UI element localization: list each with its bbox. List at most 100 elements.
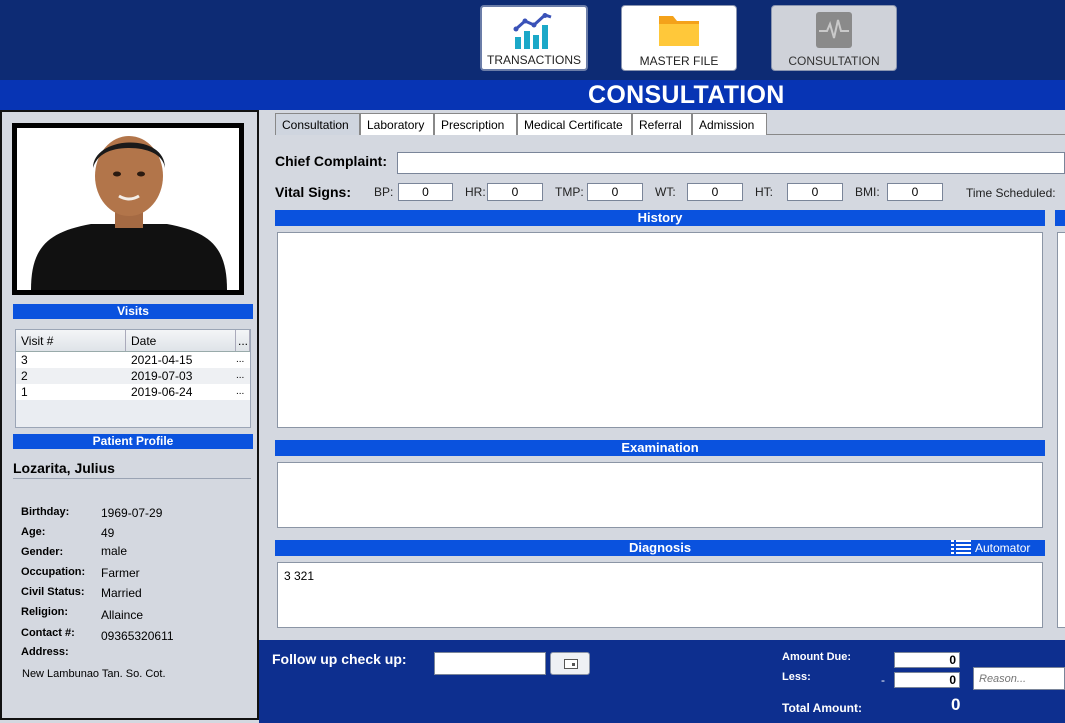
visit-number: 3: [21, 353, 28, 367]
transactions-button[interactable]: TRANSACTIONS: [480, 5, 588, 71]
tmp-input[interactable]: 0: [587, 183, 643, 201]
patient-name: Lozarita, Julius: [13, 460, 251, 479]
gender-label: Gender:: [21, 546, 64, 558]
visit-more: ...: [236, 354, 245, 365]
visit-more: ...: [236, 370, 245, 381]
visit-date: 2019-07-03: [131, 369, 193, 383]
visits-header: Visits: [13, 304, 253, 319]
diagnosis-textarea[interactable]: 3 321: [277, 562, 1043, 628]
master-file-button[interactable]: MASTER FILE: [621, 5, 737, 71]
bmi-label: BMI:: [855, 185, 880, 199]
tab-prescription[interactable]: Prescription: [434, 113, 517, 135]
master-file-label: MASTER FILE: [639, 54, 719, 68]
visits-rows: 3 2021-04-15 ... 2 2019-07-03 ... 1 2019…: [16, 352, 250, 400]
less-input[interactable]: 0: [894, 672, 960, 688]
history-textarea[interactable]: [277, 232, 1043, 428]
tab-laboratory[interactable]: Laboratory: [360, 113, 434, 135]
civil-status-value: Married: [101, 586, 142, 600]
right-panel-area: [1057, 232, 1065, 628]
consultation-nav-label: CONSULTATION: [788, 54, 880, 68]
contact-value: 09365320611: [101, 629, 174, 643]
hr-label: HR:: [465, 185, 486, 199]
tab-strip: Consultation Laboratory Prescription Med…: [275, 113, 1065, 135]
patient-sidebar: Visits Visit # Date ... 3 2021-04-15 ...…: [0, 110, 259, 720]
age-label: Age:: [21, 526, 46, 538]
visit-more: ...: [236, 386, 245, 397]
occupation-label: Occupation:: [21, 566, 86, 578]
automator-label: Automator: [975, 541, 1031, 555]
table-row[interactable]: 2 2019-07-03 ...: [16, 368, 250, 384]
top-nav-bar: TRANSACTIONS MASTER FILE CONSULTATION: [0, 0, 1065, 80]
bmi-input[interactable]: 0: [887, 183, 943, 201]
diagnosis-header: Diagnosis: [275, 540, 1045, 556]
wt-input[interactable]: 0: [687, 183, 743, 201]
diagnosis-title: Diagnosis: [628, 540, 692, 555]
religion-label: Religion:: [21, 606, 69, 618]
chief-complaint-label: Chief Complaint:: [275, 153, 387, 169]
religion-value: Allaince: [101, 608, 144, 622]
visit-number: 2: [21, 369, 28, 383]
title-bar: [0, 80, 1065, 110]
birthday-label: Birthday:: [21, 506, 70, 518]
column-header-visit[interactable]: Visit #: [16, 330, 126, 351]
visit-date: 2019-06-24: [131, 385, 193, 399]
patient-profile-header: Patient Profile: [13, 434, 253, 449]
heartbeat-icon: [816, 12, 852, 48]
birthday-value: 1969-07-29: [101, 506, 163, 520]
vital-signs-label: Vital Signs:: [275, 184, 351, 200]
chief-complaint-input[interactable]: [397, 152, 1065, 174]
consultation-nav-button[interactable]: CONSULTATION: [771, 5, 897, 71]
consultation-main: Consultation Laboratory Prescription Med…: [259, 110, 1065, 640]
patient-photo: [12, 123, 244, 295]
tmp-label: TMP:: [555, 185, 584, 199]
ht-input[interactable]: 0: [787, 183, 843, 201]
right-panel-header: [1055, 210, 1065, 226]
occupation-value: Farmer: [101, 566, 140, 580]
amount-due-label: Amount Due:: [782, 651, 852, 663]
table-row[interactable]: 1 2019-06-24 ...: [16, 384, 250, 400]
address-value: New Lambunao Tan. So. Cot.: [22, 668, 166, 680]
history-header: History: [275, 210, 1045, 226]
gender-value: male: [101, 544, 128, 558]
automator-button[interactable]: Automator: [951, 540, 1030, 556]
age-value: 49: [101, 526, 115, 540]
tab-medical-certificate[interactable]: Medical Certificate: [517, 113, 632, 135]
transactions-label: TRANSACTIONS: [486, 53, 581, 67]
reason-input[interactable]: [973, 667, 1065, 690]
total-amount-label: Total Amount:: [782, 701, 862, 715]
visit-date: 2021-04-15: [131, 353, 193, 367]
time-scheduled-label: Time Scheduled:: [966, 186, 1056, 200]
visit-number: 1: [21, 385, 28, 399]
examination-textarea[interactable]: [277, 462, 1043, 528]
visits-table-header: Visit # Date ...: [16, 330, 250, 352]
footer-bar: Follow up check up: Amount Due: 0 Less: …: [259, 640, 1065, 723]
follow-up-date-input[interactable]: [434, 652, 546, 675]
ht-label: HT:: [755, 185, 773, 199]
wt-label: WT:: [655, 185, 676, 199]
examination-header: Examination: [275, 440, 1045, 456]
calendar-button[interactable]: [550, 652, 590, 675]
person-photo-icon: [17, 128, 239, 290]
chart-icon: [513, 13, 552, 49]
hr-input[interactable]: 0: [487, 183, 543, 201]
address-label: Address:: [21, 646, 69, 658]
less-dash: -: [881, 673, 885, 687]
page-title: CONSULTATION: [588, 81, 785, 109]
total-amount-value: 0: [951, 695, 961, 714]
column-header-more[interactable]: ...: [236, 330, 250, 351]
less-label: Less:: [782, 671, 811, 683]
folder-icon: [659, 16, 699, 46]
amount-due-input[interactable]: 0: [894, 652, 960, 668]
civil-status-label: Civil Status:: [21, 586, 85, 598]
bp-input[interactable]: 0: [398, 183, 453, 201]
list-icon: [951, 540, 971, 554]
table-row[interactable]: 3 2021-04-15 ...: [16, 352, 250, 368]
column-header-date[interactable]: Date: [126, 330, 236, 351]
calendar-icon: [564, 659, 578, 669]
follow-up-label: Follow up check up:: [272, 651, 407, 667]
tab-referral[interactable]: Referral: [632, 113, 692, 135]
visits-table: Visit # Date ... 3 2021-04-15 ... 2 2019…: [15, 329, 251, 428]
contact-label: Contact #:: [21, 627, 75, 639]
tab-consultation[interactable]: Consultation: [275, 113, 360, 135]
tab-admission[interactable]: Admission: [692, 113, 767, 135]
